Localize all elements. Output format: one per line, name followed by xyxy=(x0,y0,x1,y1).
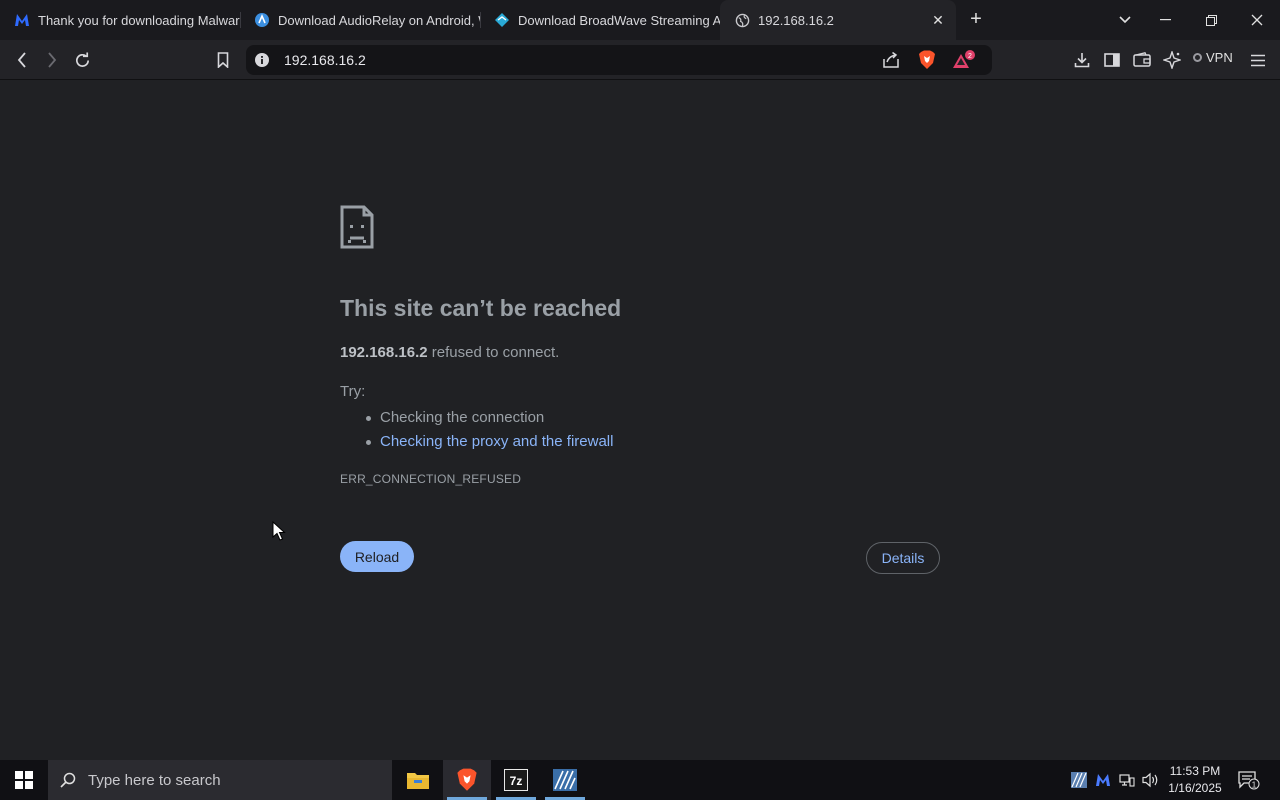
audio-app-icon xyxy=(553,769,577,791)
malwarebytes-icon xyxy=(14,12,30,28)
tab-active-ip[interactable]: 192.168.16.2 ✕ xyxy=(720,0,956,40)
tab-strip: Thank you for downloading Malwarebytes D… xyxy=(0,0,1280,40)
file-explorer-app[interactable] xyxy=(394,760,442,800)
share-icon[interactable] xyxy=(882,51,900,74)
brave-shields-icon[interactable] xyxy=(918,50,936,75)
brave-rewards-icon[interactable]: 2 xyxy=(952,50,978,77)
forward-button[interactable] xyxy=(41,50,63,70)
new-tab-button[interactable]: + xyxy=(966,9,986,30)
back-button[interactable] xyxy=(11,50,33,70)
windows-logo-icon xyxy=(15,771,33,789)
close-tab-icon[interactable]: ✕ xyxy=(930,12,946,28)
volume-icon[interactable] xyxy=(1142,771,1160,789)
audio-app[interactable] xyxy=(541,760,589,800)
clock-date: 1/16/2025 xyxy=(1168,781,1222,795)
close-window-button[interactable] xyxy=(1234,0,1280,40)
error-page: This site can’t be reached 192.168.16.2 … xyxy=(0,81,1280,760)
suggestion-check-proxy-item: Checking the proxy and the firewall xyxy=(358,430,613,454)
restore-button[interactable] xyxy=(1188,0,1234,40)
clock-time: 11:53 PM xyxy=(1169,764,1221,778)
tab-audiorelay[interactable]: Download AudioRelay on Android, Windows xyxy=(240,0,480,40)
error-description: 192.168.16.2 refused to connect. xyxy=(340,344,559,361)
suggestion-list: Checking the connection Checking the pro… xyxy=(358,406,613,454)
rewards-badge-count: 2 xyxy=(968,53,972,60)
tab-broadwave[interactable]: Download BroadWave Streaming Audio Serve… xyxy=(480,0,720,40)
tab-title: Download AudioRelay on Android, Windows xyxy=(278,12,480,28)
broadwave-icon xyxy=(494,12,510,28)
leo-ai-icon[interactable] xyxy=(1161,50,1183,70)
vpn-label: VPN xyxy=(1206,50,1233,65)
tray-malwarebytes-icon[interactable] xyxy=(1094,771,1112,789)
sad-page-icon xyxy=(340,205,374,254)
mouse-cursor-icon xyxy=(272,520,286,546)
brave-browser-app[interactable] xyxy=(443,760,491,800)
taskbar-search-box[interactable]: Type here to search xyxy=(48,760,392,800)
url-text: 192.168.16.2 xyxy=(284,52,366,68)
tab-title: Thank you for downloading Malwarebytes xyxy=(38,12,240,28)
check-proxy-link[interactable]: Checking the proxy and the firewall xyxy=(380,433,613,450)
search-placeholder: Type here to search xyxy=(88,771,221,789)
reload-button[interactable]: Reload xyxy=(340,541,414,572)
network-icon[interactable] xyxy=(1118,771,1136,789)
vpn-status-icon xyxy=(1193,53,1202,62)
folder-icon xyxy=(407,773,429,789)
globe-icon xyxy=(734,12,750,28)
error-desc-suffix: refused to connect. xyxy=(427,344,560,361)
wallet-icon[interactable] xyxy=(1131,50,1153,70)
windows-taskbar: Type here to search 7z 11:53 PM 1/16/202… xyxy=(0,760,1280,800)
sidebar-toggle-icon[interactable] xyxy=(1101,50,1123,70)
tab-title: Download BroadWave Streaming Audio Serve… xyxy=(518,12,720,28)
minimize-button[interactable] xyxy=(1142,0,1188,40)
7zip-app[interactable]: 7z xyxy=(492,760,540,800)
downloads-icon[interactable] xyxy=(1071,50,1093,70)
audiorelay-icon xyxy=(254,12,270,28)
system-clock[interactable]: 11:53 PM 1/16/2025 xyxy=(1160,763,1230,797)
tab-title: 192.168.16.2 xyxy=(758,12,834,28)
vpn-button[interactable]: VPN xyxy=(1193,50,1233,65)
tray-audio-app-icon[interactable] xyxy=(1070,771,1088,789)
error-title: This site can’t be reached xyxy=(340,295,622,321)
site-info-icon[interactable] xyxy=(254,52,270,68)
suggestion-check-connection: Checking the connection xyxy=(358,406,613,430)
brave-lion-icon xyxy=(457,768,477,791)
error-host: 192.168.16.2 xyxy=(340,344,428,361)
action-center-icon[interactable]: 1 xyxy=(1238,770,1260,790)
error-code: ERR_CONNECTION_REFUSED xyxy=(340,472,522,486)
tab-malwarebytes[interactable]: Thank you for downloading Malwarebytes xyxy=(0,0,240,40)
address-bar[interactable]: 192.168.16.2 2 xyxy=(246,45,992,75)
bookmark-icon[interactable] xyxy=(212,50,234,70)
reload-icon[interactable] xyxy=(71,50,93,70)
svg-text:7z: 7z xyxy=(510,774,523,788)
start-button[interactable] xyxy=(0,760,48,800)
menu-hamburger-icon[interactable] xyxy=(1247,50,1269,70)
notification-badge: 1 xyxy=(1252,780,1257,790)
try-label: Try: xyxy=(340,383,366,400)
details-button[interactable]: Details xyxy=(866,542,940,574)
search-icon xyxy=(60,772,76,788)
7zip-icon: 7z xyxy=(504,769,528,791)
